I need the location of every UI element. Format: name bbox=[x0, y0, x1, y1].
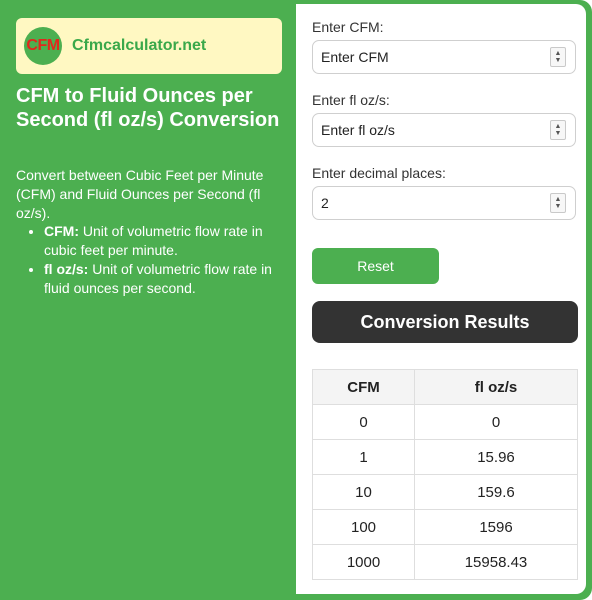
table-row: 100 1596 bbox=[312, 509, 578, 545]
info-panel: CFM Cfmcalculator.net CFM to Fluid Ounce… bbox=[0, 0, 296, 598]
cfm-cell: 0 bbox=[312, 404, 415, 440]
column-header-cfm: CFM bbox=[312, 369, 415, 405]
table-header-row: CFM fl oz/s bbox=[312, 369, 578, 405]
floz-stepper[interactable]: ▲ ▼ bbox=[550, 120, 566, 140]
site-name: Cfmcalculator.net bbox=[72, 37, 207, 54]
cfm-cell: 100 bbox=[312, 509, 415, 545]
definition-term: CFM: bbox=[44, 223, 79, 239]
cfm-stepper[interactable]: ▲ ▼ bbox=[550, 47, 566, 67]
decimals-label: Enter decimal places: bbox=[312, 165, 446, 181]
stepper-down-icon[interactable]: ▼ bbox=[555, 57, 562, 64]
results-table: CFM fl oz/s 0 0 1 15.96 10 159.6 100 159… bbox=[312, 369, 578, 580]
floz-cell: 15.96 bbox=[414, 439, 578, 475]
cfm-cell: 10 bbox=[312, 474, 415, 510]
decimals-value: 2 bbox=[321, 195, 329, 211]
table-row: 1 15.96 bbox=[312, 439, 578, 475]
stepper-up-icon[interactable]: ▲ bbox=[555, 196, 562, 203]
stepper-up-icon[interactable]: ▲ bbox=[555, 123, 562, 130]
floz-input[interactable]: Enter fl oz/s ▲ ▼ bbox=[312, 113, 576, 147]
stepper-down-icon[interactable]: ▼ bbox=[555, 203, 562, 210]
results-heading: Conversion Results bbox=[312, 301, 578, 343]
cfm-label: Enter CFM: bbox=[312, 19, 384, 35]
cfm-cell: 1000 bbox=[312, 544, 415, 580]
table-row: 1000 15958.43 bbox=[312, 544, 578, 580]
site-logo-link[interactable]: CFM Cfmcalculator.net bbox=[16, 18, 282, 74]
floz-label: Enter fl oz/s: bbox=[312, 92, 390, 108]
page-title: CFM to Fluid Ounces per Second (fl oz/s)… bbox=[16, 85, 280, 131]
floz-placeholder: Enter fl oz/s bbox=[321, 122, 395, 138]
floz-cell: 0 bbox=[414, 404, 578, 440]
calculator-panel: Enter CFM: Enter CFM ▲ ▼ Enter fl oz/s: E… bbox=[296, 4, 586, 594]
definition-item: fl oz/s: Unit of volumetric flow rate in… bbox=[44, 260, 286, 298]
column-header-floz: fl oz/s bbox=[414, 369, 578, 405]
logo-mark: CFM bbox=[24, 27, 62, 65]
cfm-cell: 1 bbox=[312, 439, 415, 475]
decimals-input[interactable]: 2 ▲ ▼ bbox=[312, 186, 576, 220]
intro-text: Convert between Cubic Feet per Minute (C… bbox=[16, 167, 264, 221]
floz-cell: 1596 bbox=[414, 509, 578, 545]
table-row: 10 159.6 bbox=[312, 474, 578, 510]
stepper-down-icon[interactable]: ▼ bbox=[555, 130, 562, 137]
decimals-stepper[interactable]: ▲ ▼ bbox=[550, 193, 566, 213]
definition-term: fl oz/s: bbox=[44, 261, 89, 277]
stepper-up-icon[interactable]: ▲ bbox=[555, 50, 562, 57]
floz-cell: 159.6 bbox=[414, 474, 578, 510]
cfm-input[interactable]: Enter CFM ▲ ▼ bbox=[312, 40, 576, 74]
floz-cell: 15958.43 bbox=[414, 544, 578, 580]
reset-button[interactable]: Reset bbox=[312, 248, 439, 284]
cfm-placeholder: Enter CFM bbox=[321, 49, 389, 65]
table-row: 0 0 bbox=[312, 404, 578, 440]
definition-list: CFM: Unit of volumetric flow rate in cub… bbox=[16, 222, 286, 298]
definition-item: CFM: Unit of volumetric flow rate in cub… bbox=[44, 222, 286, 260]
